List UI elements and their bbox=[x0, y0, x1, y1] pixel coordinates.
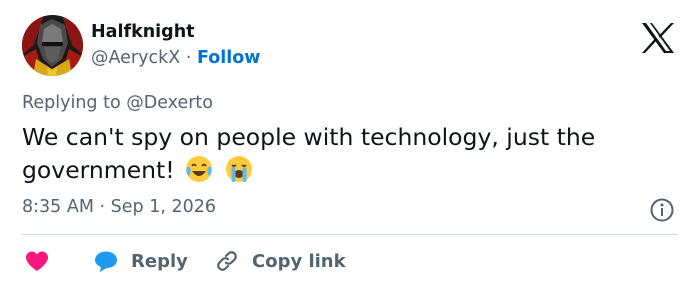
divider bbox=[22, 234, 678, 235]
loudly-crying-face-icon bbox=[224, 154, 254, 184]
info-icon[interactable] bbox=[649, 197, 675, 223]
timestamp-separator: · bbox=[99, 197, 106, 217]
link-icon bbox=[217, 251, 237, 271]
reply-button[interactable]: Reply bbox=[93, 247, 188, 275]
tweet-time: 8:35 AM bbox=[22, 197, 94, 217]
avatar[interactable] bbox=[22, 15, 83, 76]
tweet-text: We can't spy on people with technology, … bbox=[22, 123, 596, 184]
tweet-body: We can't spy on people with technology, … bbox=[22, 121, 682, 187]
heart-icon bbox=[26, 251, 48, 271]
reply-label: Reply bbox=[131, 250, 188, 272]
like-button[interactable] bbox=[24, 247, 50, 275]
author-handle[interactable]: @AeryckX bbox=[91, 48, 180, 68]
knight-helmet-avatar-icon bbox=[22, 15, 83, 76]
author-handle-line: @AeryckX · Follow bbox=[91, 48, 260, 68]
x-logo-icon[interactable] bbox=[640, 22, 676, 54]
copy-link-label: Copy link bbox=[252, 250, 346, 272]
tweet-date: Sep 1, 2026 bbox=[110, 197, 217, 217]
copy-link-button[interactable]: Copy link bbox=[214, 247, 346, 275]
author-name[interactable]: Halfknight bbox=[91, 22, 195, 42]
tweet-timestamp[interactable]: 8:35 AM · Sep 1, 2026 bbox=[22, 197, 216, 217]
follow-button[interactable]: Follow bbox=[197, 48, 260, 68]
handle-separator: · bbox=[185, 48, 192, 68]
speech-bubble-icon bbox=[95, 251, 117, 272]
face-with-tears-of-joy-icon bbox=[184, 154, 214, 184]
reply-context[interactable]: Replying to @Dexerto bbox=[22, 93, 213, 113]
